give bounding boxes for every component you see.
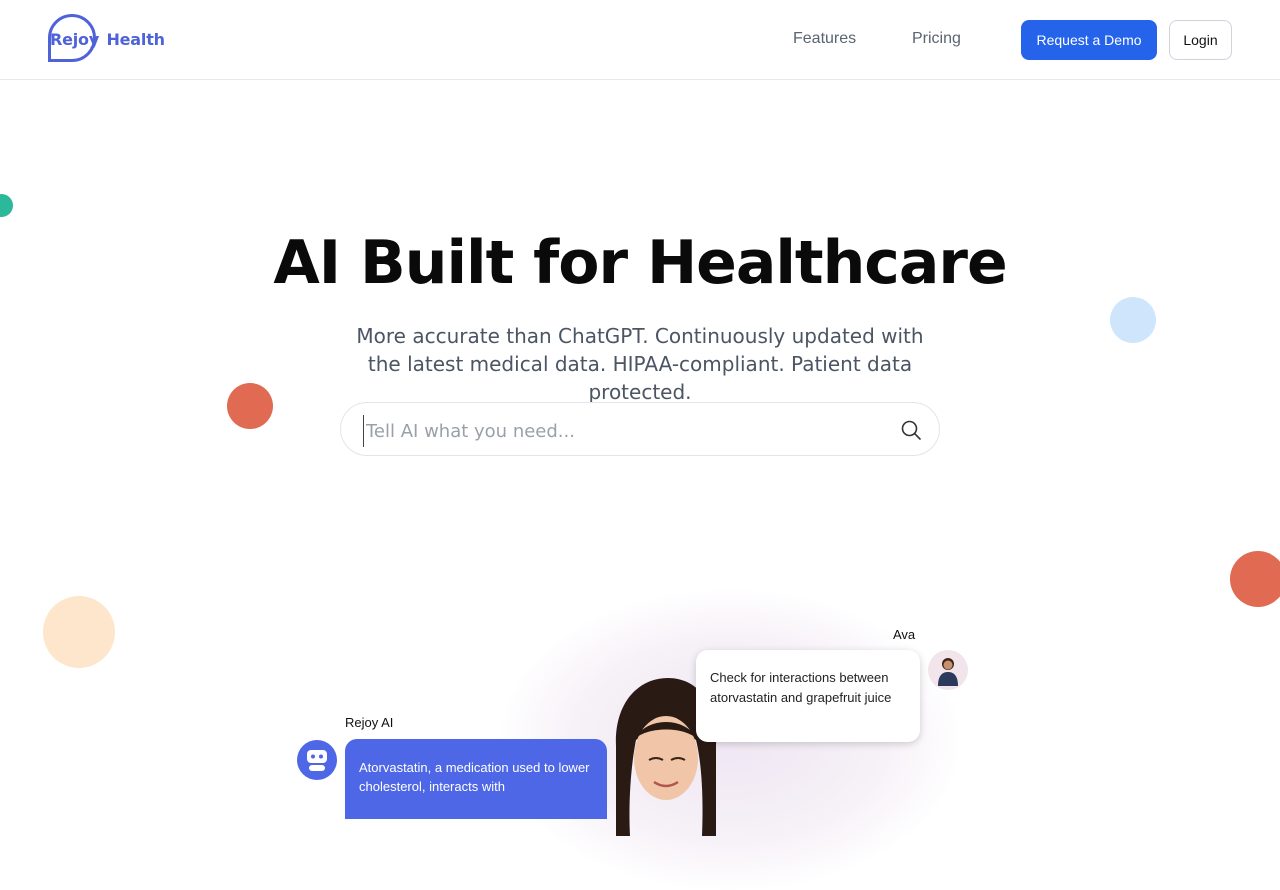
search-input[interactable] (363, 415, 888, 447)
robot-icon (307, 750, 327, 771)
nav-pricing-link[interactable]: Pricing (912, 30, 961, 48)
nav-features-link[interactable]: Features (793, 30, 856, 48)
decor-dot-coral-right (1230, 551, 1280, 607)
hero-title: AI Built for Healthcare (273, 228, 1007, 298)
user-name-label: Ava (893, 627, 916, 642)
request-demo-button[interactable]: Request a Demo (1021, 20, 1157, 60)
rejoy-health-logo[interactable]: Rejoy Health (48, 14, 168, 68)
logo-text: Rejoy Health (50, 30, 165, 49)
search-bar (340, 402, 940, 456)
ai-avatar (297, 740, 337, 780)
decor-dot-light-blue (1110, 297, 1156, 343)
decor-dot-coral-left (227, 383, 273, 429)
site-header: Rejoy Health Features Pricing Request a … (0, 0, 1280, 80)
user-avatar (928, 650, 968, 690)
user-message-bubble: Check for interactions between atorvasta… (696, 650, 920, 742)
decor-dot-teal (0, 194, 13, 217)
ai-message-bubble: Atorvastatin, a medication used to lower… (345, 739, 607, 819)
search-icon[interactable] (899, 418, 923, 442)
ai-name-label: Rejoy AI (345, 715, 394, 730)
logo-word-rejoy: Rejoy (50, 30, 100, 49)
hero-subtitle: More accurate than ChatGPT. Continuously… (356, 324, 924, 404)
logo-word-health: Health (106, 30, 165, 49)
login-button[interactable]: Login (1169, 20, 1232, 60)
decor-dot-peach (43, 596, 115, 668)
